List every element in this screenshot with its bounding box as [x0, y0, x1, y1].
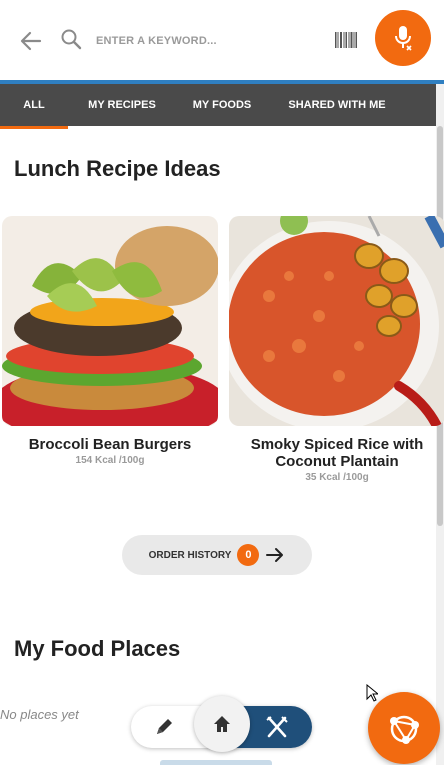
recipe-name[interactable]: Broccoli Bean Burgers	[2, 436, 218, 453]
category-tabs: ALL MY RECIPES MY FOODS SHARED WITH ME	[0, 84, 436, 129]
recipe-card[interactable]: Broccoli Bean Burgers 154 Kcal /100g	[2, 216, 218, 466]
empty-places-text: No places yet	[0, 707, 79, 722]
microphone-icon	[395, 26, 412, 51]
arrow-right-icon	[266, 548, 284, 562]
pencil-icon[interactable]	[153, 716, 175, 738]
share-fab-button[interactable]	[368, 692, 440, 764]
search-icon[interactable]	[60, 28, 82, 50]
share-network-icon	[390, 715, 419, 744]
recipe-calories: 154 Kcal /100g	[75, 455, 145, 466]
tab-label: SHARED WITH ME	[288, 99, 386, 111]
recipe-image-rice[interactable]	[229, 216, 444, 426]
voice-search-button[interactable]	[375, 10, 431, 66]
tab-label: ALL	[23, 99, 45, 111]
barcode-icon[interactable]	[334, 30, 358, 50]
order-history-button[interactable]: ORDER HISTORY 0	[122, 535, 312, 575]
recipe-calories: 35 Kcal /100g	[305, 472, 369, 483]
tab-all[interactable]: ALL	[0, 84, 68, 129]
recipe-card[interactable]: Smoky Spiced Rice with Coconut Plantain …	[229, 216, 444, 483]
food-places-title: My Food Places	[14, 636, 181, 661]
tab-my-recipes[interactable]: MY RECIPES	[68, 84, 176, 126]
tab-label: MY FOODS	[192, 99, 252, 111]
lunch-section-title: Lunch Recipe Ideas	[14, 156, 221, 181]
order-count-badge: 0	[237, 544, 260, 566]
search-input[interactable]	[96, 28, 316, 54]
recipe-image-burger[interactable]	[2, 216, 218, 426]
top-search-bar	[0, 0, 444, 80]
bottom-nav	[131, 696, 312, 752]
fork-knife-icon[interactable]	[264, 715, 290, 741]
tab-shared-with-me[interactable]: SHARED WITH ME	[268, 84, 406, 126]
bottom-handle	[160, 760, 272, 765]
order-history-label: ORDER HISTORY	[148, 549, 232, 561]
tab-label: MY RECIPES	[88, 99, 156, 111]
home-icon	[214, 716, 230, 732]
arrow-left-icon[interactable]	[18, 28, 44, 54]
tab-my-foods[interactable]: MY FOODS	[176, 84, 268, 126]
recipe-name[interactable]: Smoky Spiced Rice with Coconut Plantain	[229, 436, 444, 470]
home-button[interactable]	[194, 696, 250, 752]
mouse-cursor-icon	[366, 684, 378, 702]
